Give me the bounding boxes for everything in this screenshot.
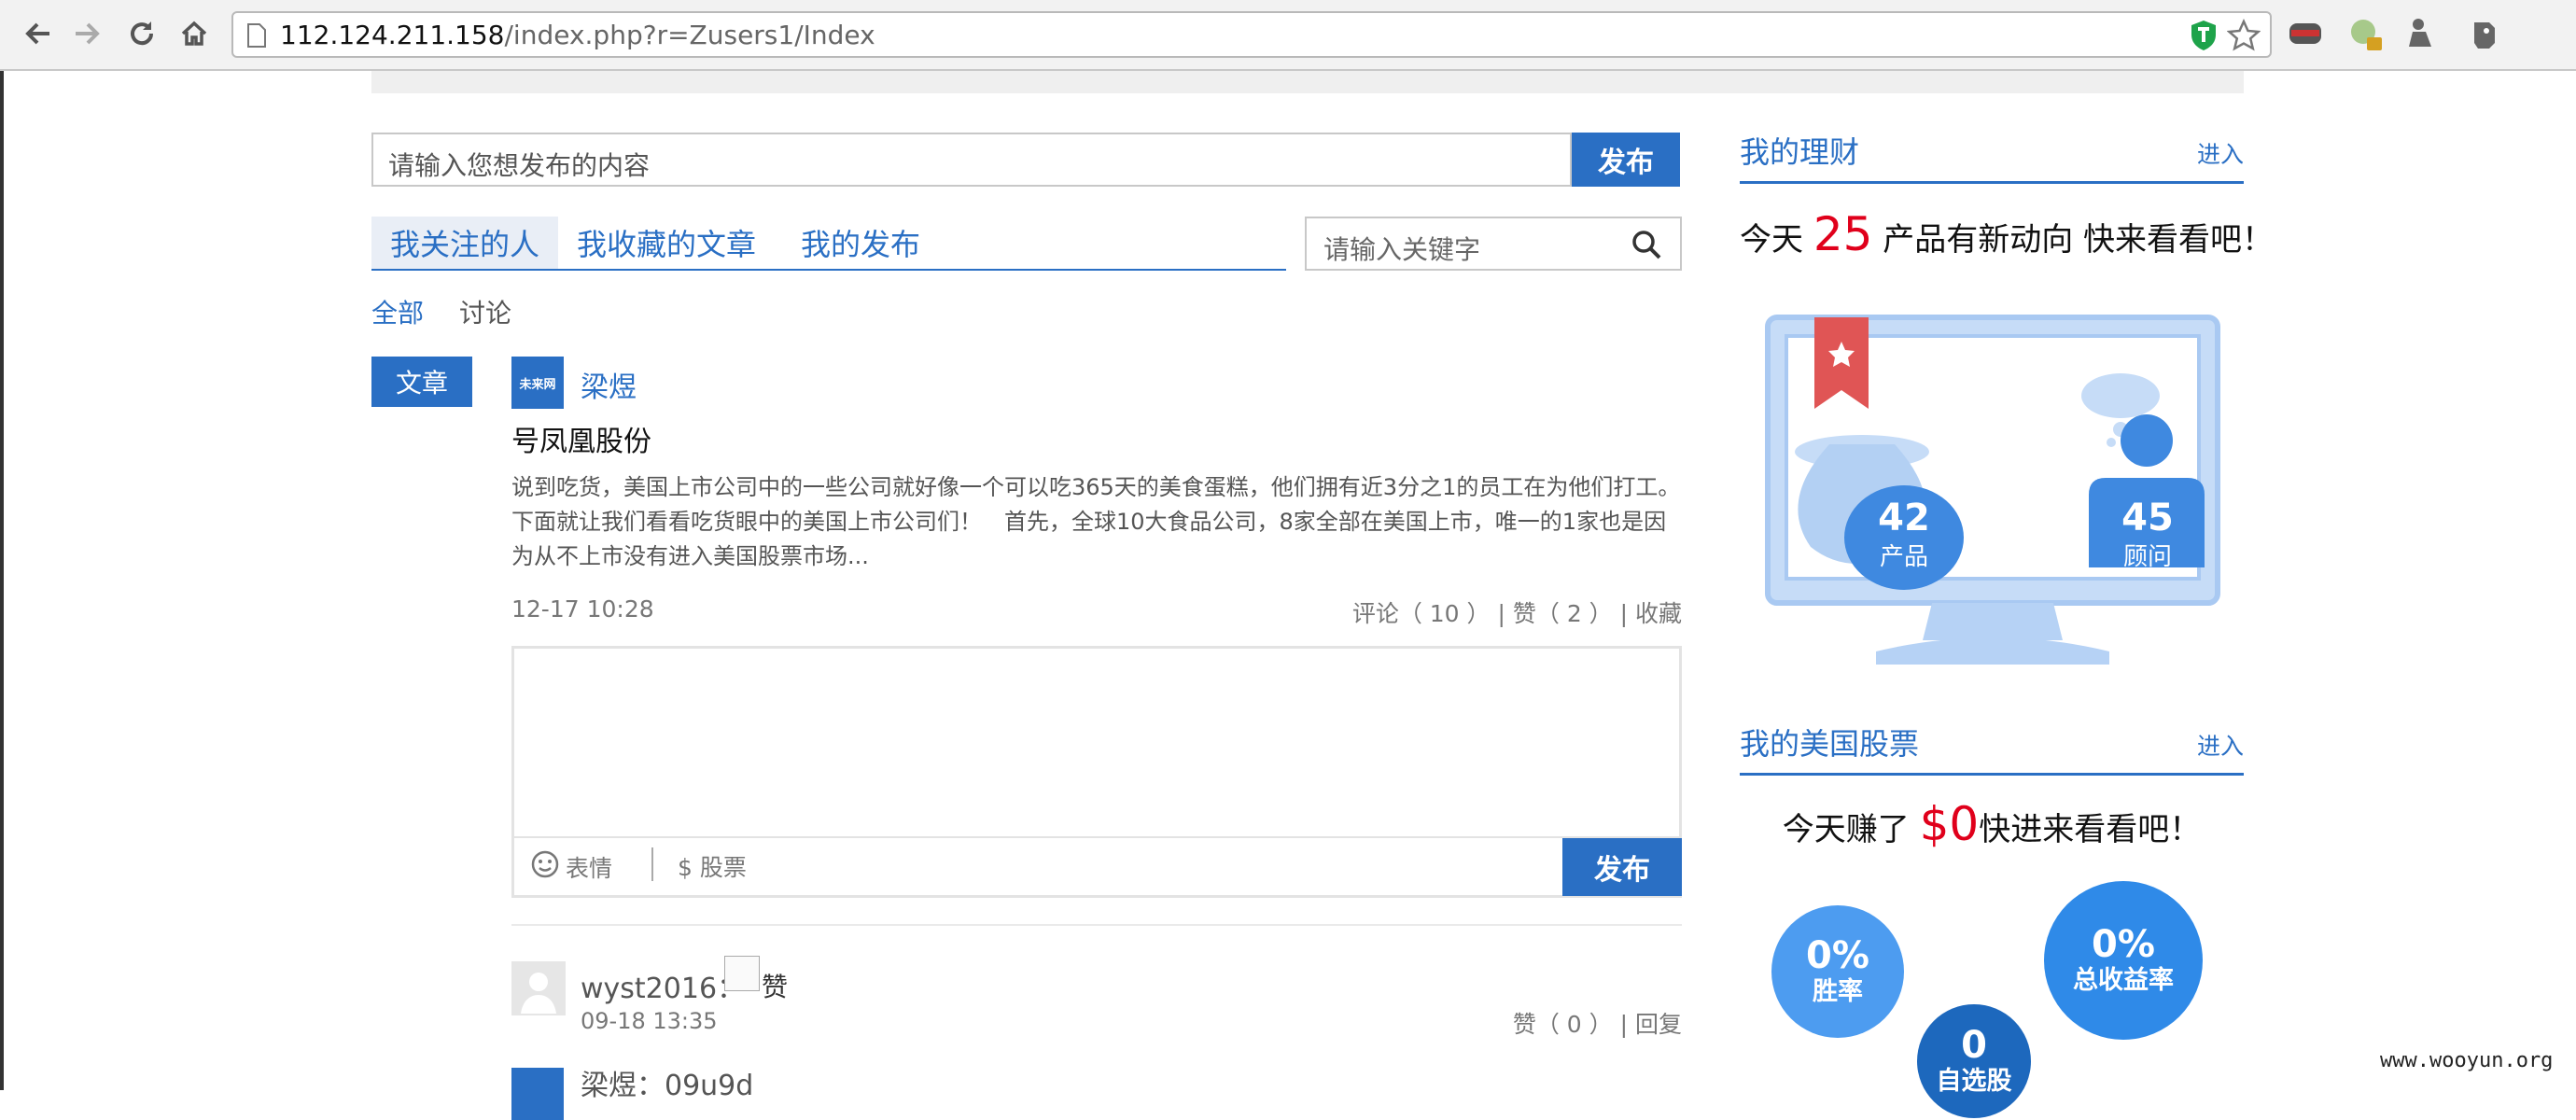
tab-my-posts[interactable]: 我的发布	[801, 217, 920, 269]
url-path: /index.php?r=Zusers1/Index	[504, 20, 875, 50]
stocks-msg-post: 快进来看看吧！	[1979, 811, 2202, 848]
toolbar-divider	[651, 847, 653, 881]
article-type-tag: 文章	[371, 357, 472, 407]
reload-icon[interactable]	[121, 13, 162, 54]
author-name[interactable]: 梁煜	[581, 364, 637, 405]
comment-publish-button[interactable]: 发布	[1562, 838, 1682, 896]
wealth-msg-pre: 今天	[1740, 221, 1813, 259]
tab-underline	[371, 269, 1286, 271]
monitor-illustration[interactable]: 42 产品 45 顾问	[1764, 314, 2221, 674]
robot-icon[interactable]	[2401, 13, 2442, 54]
article-title[interactable]: 号凤凰股份	[511, 418, 651, 459]
smiley-icon	[530, 849, 560, 885]
total-return-bubble[interactable]: 0% 总收益率	[2044, 881, 2203, 1040]
tab-following[interactable]: 我关注的人	[371, 217, 558, 269]
comment-link[interactable]: 评论（ 10 ）	[1352, 600, 1491, 627]
filter-all[interactable]: 全部	[371, 293, 424, 330]
comment-time: 09-18 13:35	[581, 1008, 718, 1034]
url-host: 112.124.211.158	[280, 20, 505, 50]
post-content-input[interactable]: 请输入您想发布的内容	[371, 133, 1572, 187]
monitor-graphic	[1765, 315, 2220, 665]
self-pick-label: 自选股	[1936, 1067, 2012, 1096]
comment-actions: 赞（ 0 ） | 回复	[1400, 1006, 1682, 1040]
stocks-message: 今天赚了 $0快进来看看吧！	[1740, 797, 2244, 851]
comment-user: 梁煜：09u9d	[581, 1070, 754, 1102]
emoji-label: 表情	[566, 855, 613, 882]
watermark: www.wooyun.org	[2380, 1049, 2554, 1072]
author-avatar[interactable]: 未来网	[511, 357, 564, 409]
wealth-title: 我的理财	[1740, 134, 1860, 170]
stocks-msg-amount: $0	[1919, 797, 1980, 851]
win-rate-label: 胜率	[1813, 977, 1863, 1006]
url-text: 112.124.211.158/index.php?r=Zusers1/Inde…	[280, 20, 875, 50]
total-return-label: 总收益率	[2073, 966, 2174, 995]
stocks-underline	[1740, 773, 2244, 776]
comment-image-alt: 赞	[762, 972, 789, 1002]
page-icon	[246, 22, 267, 52]
stocks-msg-pre: 今天赚了	[1782, 811, 1920, 848]
comment-reply-link[interactable]: | 回复	[1620, 1011, 1682, 1038]
address-bar[interactable]: 112.124.211.158/index.php?r=Zusers1/Inde…	[231, 11, 2272, 58]
broken-image-icon	[724, 956, 760, 991]
like-link[interactable]: | 赞（ 2 ）	[1498, 600, 1613, 627]
products-label: 产品	[1879, 543, 1928, 571]
elephant-icon[interactable]	[2464, 13, 2505, 54]
advisors-count: 45	[2121, 497, 2174, 539]
wealth-underline	[1740, 181, 2244, 184]
tab-favorites[interactable]: 我收藏的文章	[577, 217, 756, 269]
star-icon[interactable]	[2226, 18, 2261, 56]
total-return-value: 0%	[2092, 923, 2155, 966]
filter-discussion[interactable]: 讨论	[459, 293, 511, 330]
browser-toolbar: 112.124.211.158/index.php?r=Zusers1/Inde…	[0, 0, 2576, 71]
page-edge	[0, 71, 4, 1090]
wealth-msg-count: 25	[1813, 207, 1873, 261]
win-rate-bubble[interactable]: 0% 胜率	[1771, 905, 1904, 1038]
comment-avatar[interactable]	[511, 1068, 564, 1120]
stock-button[interactable]: $ 股票	[678, 849, 747, 883]
back-arrow-icon[interactable]	[17, 13, 58, 54]
stocks-title: 我的美国股票	[1740, 726, 1920, 762]
keyword-search-input[interactable]: 请输入关键字	[1323, 230, 1480, 267]
shield-icon[interactable]	[2188, 19, 2219, 56]
comment-avatar[interactable]	[511, 961, 566, 1015]
top-gray-bar	[371, 71, 2244, 93]
forward-arrow-icon[interactable]	[67, 13, 108, 54]
keyword-search-box[interactable]: 请输入关键字	[1305, 217, 1682, 271]
publish-button[interactable]: 发布	[1572, 133, 1680, 187]
article-summary: 说到吃货，美国上市公司中的一些公司就好像一个可以吃365天的美食蛋糕，他们拥有近…	[511, 474, 1681, 569]
self-pick-bubble[interactable]: 0 自选股	[1917, 1004, 2031, 1118]
home-icon[interactable]	[174, 13, 215, 54]
advisors-label: 顾问	[2122, 543, 2172, 571]
comment-user[interactable]: wyst2016：	[581, 965, 745, 1006]
favorite-link[interactable]: | 收藏	[1620, 600, 1682, 627]
wealth-message: 今天 25 产品有新动向 快来看看吧！	[1740, 207, 2274, 261]
wealth-enter-link[interactable]: 进入	[2197, 136, 2244, 170]
self-pick-value: 0	[1961, 1024, 1987, 1067]
comment-like-link[interactable]: 赞（ 0 ）	[1513, 1011, 1613, 1038]
green-dot-icon[interactable]	[2345, 13, 2386, 54]
win-rate-value: 0%	[1806, 934, 1869, 977]
stocks-enter-link[interactable]: 进入	[2197, 728, 2244, 762]
search-icon[interactable]	[1630, 228, 1663, 261]
products-count: 42	[1878, 497, 1930, 539]
avatar-logo-text: 未来网	[519, 377, 556, 392]
wealth-msg-post: 产品有新动向 快来看看吧！	[1872, 221, 2275, 259]
emoji-button[interactable]: 表情	[530, 849, 612, 885]
divider	[511, 924, 1682, 926]
article-time: 12-17 10:28	[511, 595, 654, 623]
mask-icon[interactable]	[2285, 13, 2326, 54]
article-actions: 评论（ 10 ） | 赞（ 2 ） | 收藏	[1213, 595, 1682, 629]
